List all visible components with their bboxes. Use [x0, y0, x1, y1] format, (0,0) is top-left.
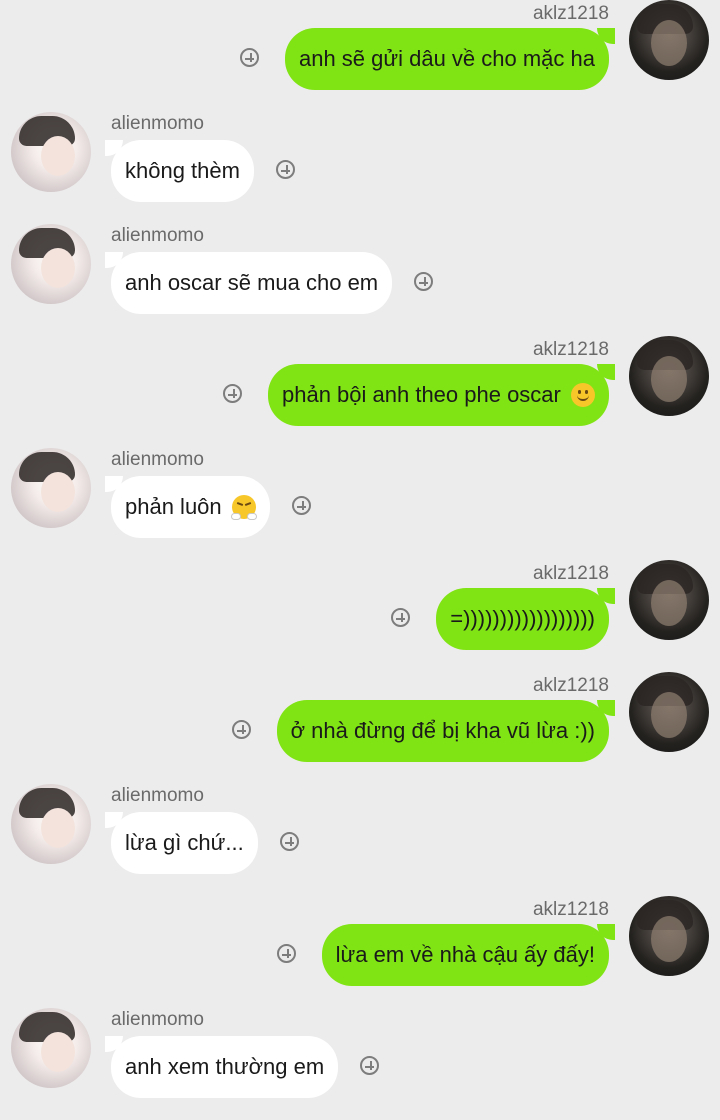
avatar[interactable] — [11, 448, 91, 528]
avatar-face — [651, 692, 687, 738]
avatar[interactable] — [629, 672, 709, 752]
message-text: phản bội anh theo phe oscar — [281, 382, 561, 407]
avatar[interactable] — [629, 896, 709, 976]
chat-thread[interactable]: aklz1218 anh sẽ gửi dâu về cho mặc ha alie… — [0, 0, 720, 1111]
message-text: không thèm — [125, 158, 240, 183]
message-text: anh oscar sẽ mua cho em — [125, 270, 379, 295]
avatar[interactable] — [629, 560, 709, 640]
message-text: =)))))))))))))))))) — [450, 606, 595, 631]
message-incoming: alienmomo anh xem thường em — [0, 1008, 720, 1120]
message-bubble[interactable]: anh xem thường em — [104, 1036, 339, 1098]
message-text: phản luôn — [125, 494, 222, 519]
steam-face-icon — [230, 495, 257, 520]
avatar[interactable] — [629, 0, 709, 80]
message-bubble[interactable]: =)))))))))))))))))) — [436, 588, 615, 650]
add-reaction-icon[interactable] — [223, 384, 242, 403]
sender-name: aklz1218 — [532, 563, 609, 584]
avatar[interactable] — [11, 784, 91, 864]
add-reaction-icon[interactable] — [232, 720, 251, 739]
add-reaction-icon[interactable] — [360, 1056, 379, 1075]
message-text: anh sẽ gửi dâu về cho mặc ha — [298, 46, 595, 71]
message-bubble[interactable]: phản luôn — [105, 476, 270, 538]
add-reaction-icon[interactable] — [414, 272, 433, 291]
message-bubble[interactable]: anh oscar sẽ mua cho em — [104, 252, 393, 314]
avatar-face — [41, 472, 75, 512]
message-incoming: alienmomo không thèm — [0, 112, 720, 224]
message-text: lừa em về nhà cậu ấy đấy! — [335, 942, 595, 967]
add-reaction-icon[interactable] — [292, 496, 311, 515]
message-incoming: alienmomo phản luôn — [0, 448, 720, 560]
add-reaction-icon[interactable] — [240, 48, 259, 67]
add-reaction-icon[interactable] — [276, 160, 295, 179]
sender-name: alienmomo — [111, 449, 204, 470]
message-outgoing: aklz1218 =)))))))))))))))))) — [0, 560, 720, 672]
smiling-face-icon — [571, 383, 595, 407]
avatar[interactable] — [11, 224, 91, 304]
message-outgoing: aklz1218 anh sẽ gửi dâu về cho mặc ha — [0, 0, 720, 112]
sender-name: aklz1218 — [532, 339, 609, 360]
sender-name: aklz1218 — [532, 3, 609, 24]
avatar-face — [651, 20, 687, 66]
message-text: ở nhà đừng để bị kha vũ lừa :)) — [290, 718, 595, 743]
message-text: anh xem thường em — [125, 1054, 325, 1079]
sender-name: alienmomo — [111, 113, 204, 134]
add-reaction-icon[interactable] — [391, 608, 410, 627]
avatar-face — [41, 248, 75, 288]
avatar-face — [41, 136, 75, 176]
add-reaction-icon[interactable] — [280, 832, 299, 851]
message-incoming: alienmomo anh oscar sẽ mua cho em — [0, 224, 720, 336]
message-outgoing: aklz1218 phản bội anh theo phe oscar — [0, 336, 720, 448]
avatar[interactable] — [11, 112, 91, 192]
message-bubble[interactable]: lừa em về nhà cậu ấy đấy! — [321, 924, 616, 986]
avatar-face — [651, 580, 687, 626]
avatar[interactable] — [629, 336, 709, 416]
add-reaction-icon[interactable] — [277, 944, 296, 963]
sender-name: alienmomo — [111, 1009, 204, 1030]
message-incoming: alienmomo lừa gì chứ... — [0, 784, 720, 896]
sender-name: aklz1218 — [532, 675, 609, 696]
message-bubble[interactable]: anh sẽ gửi dâu về cho mặc ha — [284, 28, 616, 90]
message-bubble[interactable]: ở nhà đừng để bị kha vũ lừa :)) — [276, 700, 616, 762]
message-outgoing: aklz1218 lừa em về nhà cậu ấy đấy! — [0, 896, 720, 1008]
sender-name: alienmomo — [111, 785, 204, 806]
message-bubble[interactable]: lừa gì chứ... — [105, 812, 258, 874]
message-outgoing: aklz1218 ở nhà đừng để bị kha vũ lừa :)) — [0, 672, 720, 784]
sender-name: alienmomo — [111, 225, 204, 246]
avatar-face — [41, 808, 75, 848]
message-bubble[interactable]: phản bội anh theo phe oscar — [267, 364, 616, 426]
avatar-face — [651, 916, 687, 962]
avatar[interactable] — [11, 1008, 91, 1088]
sender-name: aklz1218 — [532, 899, 609, 920]
avatar-face — [41, 1032, 75, 1072]
message-text: lừa gì chứ... — [125, 830, 244, 855]
avatar-face — [651, 356, 687, 402]
message-bubble[interactable]: không thèm — [105, 140, 254, 202]
